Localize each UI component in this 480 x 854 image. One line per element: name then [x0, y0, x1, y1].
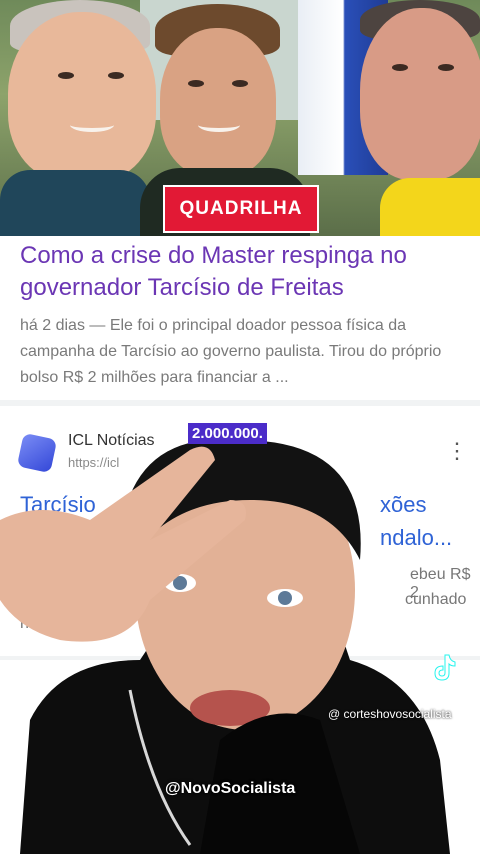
more-vert-icon[interactable]: ⋮ — [446, 440, 468, 462]
article-snippet: há 2 dias — Ele foi o principal doador p… — [20, 317, 442, 386]
site-favicon-icon — [16, 432, 58, 474]
creator-watermark: @ corteshovosocialista — [328, 707, 452, 721]
eye — [438, 64, 454, 71]
person-center-face — [160, 28, 276, 176]
creator-handle: @NovoSocialista — [165, 780, 296, 797]
tiktok-logo-icon — [434, 654, 456, 681]
eye — [108, 72, 124, 79]
person-left-body — [0, 170, 150, 236]
tiktok-brand: TikTok — [418, 688, 462, 704]
quadrilha-tag: QUADRILHA — [163, 185, 319, 233]
article-title-link[interactable]: a — [420, 772, 432, 798]
smile — [70, 118, 114, 132]
article-title-link[interactable]: Tarcísio — [20, 492, 96, 518]
source-url: https://icl — [68, 455, 120, 470]
article-title-link[interactable]: io — [420, 740, 437, 766]
donation-amount-label: 2.000.000. — [188, 423, 267, 444]
article-title-link[interactable]: xões — [380, 492, 426, 518]
source-name: ICL Notícias — [68, 432, 155, 449]
person-left-face — [8, 12, 156, 182]
person-right-body — [380, 178, 480, 236]
eye — [58, 72, 74, 79]
smile — [198, 118, 240, 132]
article-headline-link[interactable]: Como a crise do Master respinga no gover… — [20, 240, 460, 304]
article-snippet: cunhado — [405, 591, 467, 608]
eye — [188, 80, 204, 87]
eye — [232, 80, 248, 87]
source-name: Diário d — [68, 680, 120, 697]
article-snippet: nel Voro — [20, 615, 79, 632]
person-right-face — [360, 8, 480, 180]
article-title-link[interactable]: ndalo... — [380, 525, 452, 551]
eye — [392, 64, 408, 71]
